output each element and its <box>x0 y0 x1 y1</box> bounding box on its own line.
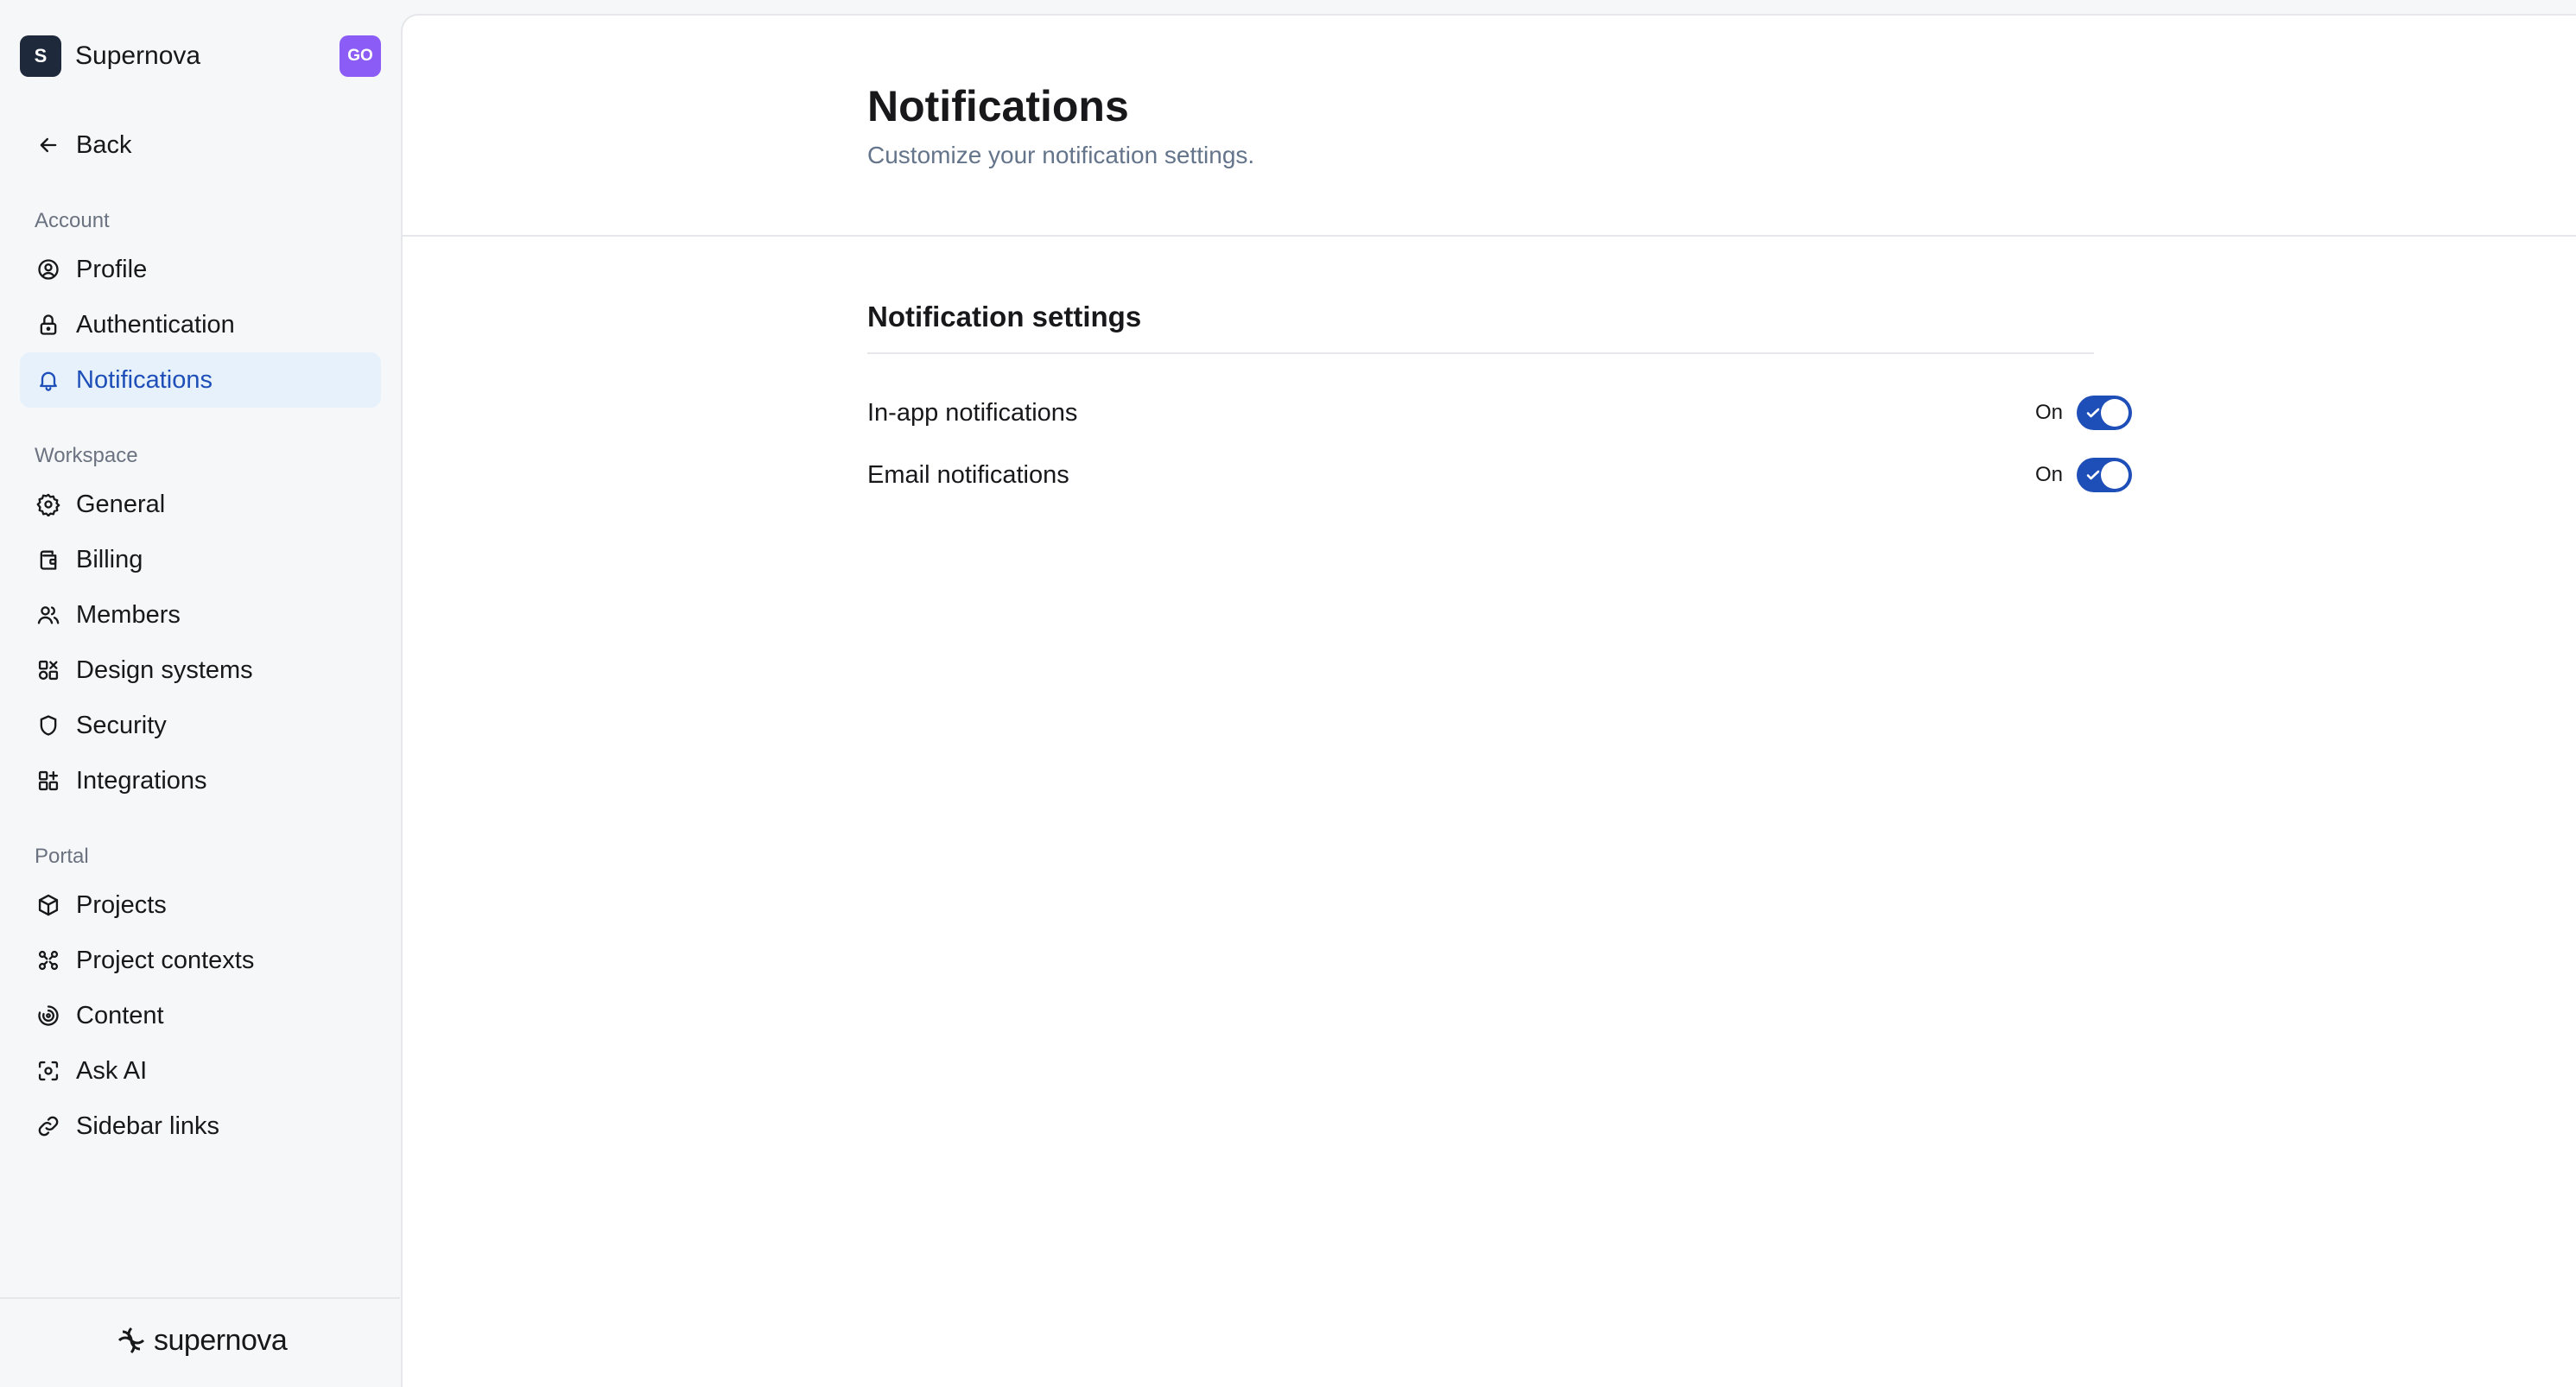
toggle-knob <box>2101 399 2129 427</box>
sidebar-item-billing[interactable]: Billing <box>20 532 381 587</box>
sidebar-item-sidebar-links[interactable]: Sidebar links <box>20 1099 381 1154</box>
settings-section-title: Notification settings <box>867 301 1142 332</box>
sidebar-item-label: General <box>76 490 166 518</box>
sidebar-item-label: Ask AI <box>76 1056 148 1085</box>
main-panel: Notifications Customize your notificatio… <box>401 14 2576 1387</box>
check-icon <box>2084 466 2102 484</box>
toggle-knob <box>2101 461 2129 489</box>
gear-icon <box>35 491 62 518</box>
workspace-avatar[interactable]: S <box>20 35 61 77</box>
sidebar-item-label: Content <box>76 1001 164 1029</box>
arrow-left-icon <box>35 131 62 159</box>
setting-label: In-app notifications <box>867 398 1078 427</box>
box-icon <box>35 891 62 919</box>
sidebar-item-label: Profile <box>76 255 148 283</box>
wallet-icon <box>35 546 62 573</box>
sidebar-item-label: Project contexts <box>76 946 255 974</box>
sidebar-item-general[interactable]: General <box>20 477 381 532</box>
setting-row-in-app: In-app notifications On <box>867 392 2132 434</box>
nodes-icon <box>35 947 62 974</box>
page-title: Notifications <box>867 82 1129 130</box>
sidebar: S Supernova GO Back Account Profile Auth… <box>0 0 400 1387</box>
sidebar-item-security[interactable]: Security <box>20 698 381 753</box>
sidebar-item-content[interactable]: Content <box>20 988 381 1043</box>
shield-icon <box>35 712 62 739</box>
back-label: Back <box>76 130 132 159</box>
sidebar-item-label: Billing <box>76 545 143 573</box>
in-app-notifications-toggle[interactable] <box>2077 396 2132 430</box>
sidebar-item-ask-ai[interactable]: Ask AI <box>20 1043 381 1099</box>
sidebar-item-design-systems[interactable]: Design systems <box>20 643 381 698</box>
sidebar-item-label: Sidebar links <box>76 1112 220 1140</box>
workspace-name[interactable]: Supernova <box>75 41 339 71</box>
section-label-portal: Portal <box>35 845 89 868</box>
setting-row-email: Email notifications On <box>867 454 2132 496</box>
sidebar-item-projects[interactable]: Projects <box>20 877 381 933</box>
blocks-icon <box>35 767 62 795</box>
users-icon <box>35 601 62 629</box>
settings-section-divider <box>867 352 2094 354</box>
setting-label: Email notifications <box>867 460 1069 489</box>
sidebar-item-label: Authentication <box>76 310 235 339</box>
back-button[interactable]: Back <box>20 117 381 173</box>
sidebar-item-label: Notifications <box>76 365 213 394</box>
sidebar-item-label: Design systems <box>76 656 253 684</box>
sidebar-item-label: Members <box>76 600 181 629</box>
toggle-status: On <box>2034 401 2063 424</box>
sidebar-item-integrations[interactable]: Integrations <box>20 753 381 808</box>
sidebar-item-profile[interactable]: Profile <box>20 242 381 297</box>
lock-icon <box>35 311 62 339</box>
user-avatar[interactable]: GO <box>339 35 381 77</box>
sidebar-item-notifications[interactable]: Notifications <box>20 352 381 408</box>
supernova-logo-icon <box>117 1327 145 1354</box>
sidebar-item-label: Projects <box>76 890 167 919</box>
sidebar-item-project-contexts[interactable]: Project contexts <box>20 933 381 988</box>
shapes-icon <box>35 656 62 684</box>
workspace-header[interactable]: S Supernova GO <box>20 35 381 78</box>
brand-name: supernova <box>154 1323 288 1357</box>
sidebar-footer-divider <box>0 1297 400 1299</box>
brand-logo: supernova <box>114 1321 288 1359</box>
header-divider <box>403 235 2576 237</box>
sidebar-item-authentication[interactable]: Authentication <box>20 297 381 352</box>
section-label-workspace: Workspace <box>35 444 138 467</box>
toggle-status: On <box>2034 463 2063 486</box>
page-subtitle: Customize your notification settings. <box>867 142 1255 168</box>
link-icon <box>35 1112 62 1140</box>
bell-icon <box>35 366 62 394</box>
sidebar-item-label: Security <box>76 711 167 739</box>
swirl-icon <box>35 1002 62 1029</box>
email-notifications-toggle[interactable] <box>2077 458 2132 492</box>
sidebar-item-label: Integrations <box>76 766 207 795</box>
section-label-account: Account <box>35 209 110 232</box>
user-circle-icon <box>35 256 62 283</box>
scan-face-icon <box>35 1057 62 1085</box>
sidebar-item-members[interactable]: Members <box>20 587 381 643</box>
check-icon <box>2084 404 2102 421</box>
